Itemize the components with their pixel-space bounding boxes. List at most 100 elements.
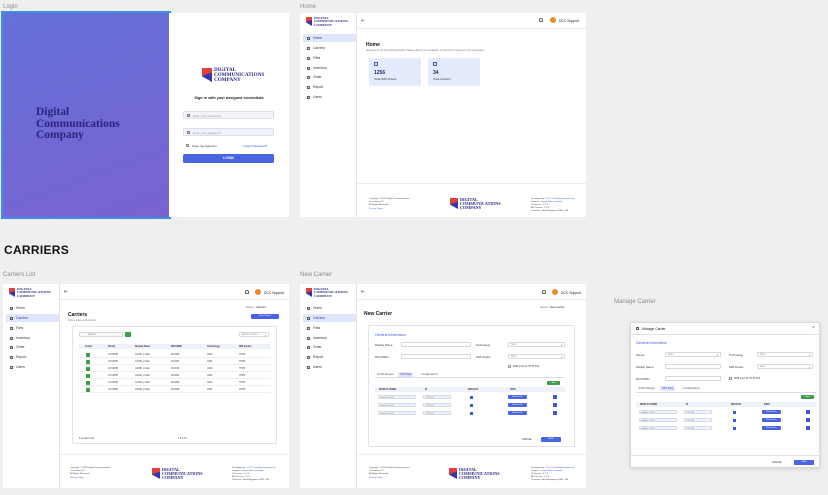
sidebar-item-carriers[interactable]: Carriers [303,44,356,52]
mcc-input[interactable] [665,376,721,381]
sidebar-item-files[interactable]: Files [303,54,356,62]
default-checkbox[interactable] [470,395,473,399]
tab-iccid-ranges[interactable]: ICCID Ranges [636,386,657,391]
ota-name-input[interactable]: Default - 40774 [639,426,677,430]
ota-ip-input[interactable]: 172.1.00 [423,403,451,407]
save-button[interactable]: SAVE [541,437,561,442]
menu-toggle-icon[interactable]: ⇤ [361,18,365,24]
password-input[interactable]: Enter your password [183,128,274,136]
browse-file-button[interactable]: Browse File [508,403,527,407]
ota-name-input[interactable]: Default - 40774 [378,411,416,415]
ota-ip-input[interactable]: 172.1.00 [423,395,451,399]
menu-toggle-icon[interactable]: ⇤ [361,289,365,295]
privacy-policy-link[interactable]: Privacy Policy [369,477,410,480]
bell-icon[interactable] [539,18,543,22]
sidebar-item-users[interactable]: Users [6,363,59,371]
default-checkbox[interactable] [470,411,473,415]
browse-file-button[interactable]: Browse File [508,411,527,415]
display-name-input[interactable] [401,342,471,347]
privacy-policy-link[interactable]: Privacy Policy [70,477,111,480]
stat-card-sim-orders[interactable]: 1256 Total SIM Orders [369,58,421,86]
delete-icon[interactable] [553,395,557,399]
delete-icon[interactable] [806,426,810,430]
sidebar-item-inventory[interactable]: Inventory [303,64,356,72]
breadcrumb-home[interactable]: Home [540,305,547,309]
technology-select[interactable]: None ▾ [757,352,813,357]
parent-select[interactable]: None ⇕ [665,352,721,357]
table-row[interactable]: GTVMOB GCMN_LOGE 310/260 GSM HTPR [79,373,271,379]
avatar[interactable] [255,289,261,295]
bell-icon[interactable] [542,290,546,294]
mcc-input[interactable] [401,354,471,359]
developer-link[interactable]: DCC Consulting Engineering [546,198,574,200]
edit-icon[interactable] [86,367,90,371]
default-checkbox[interactable] [733,426,736,430]
delete-icon[interactable] [806,410,810,414]
default-checkbox[interactable] [733,418,736,422]
ota-ip-input[interactable]: 172.1.00 [684,418,712,422]
browse-file-button[interactable]: Browse File [762,410,781,414]
sidebar-item-order[interactable]: Order [303,73,356,81]
menu-toggle-icon[interactable]: ⇤ [64,289,68,295]
ota-name-input[interactable]: Default - 40774 [378,403,416,407]
sidebar-item-home[interactable]: Home [303,304,356,312]
sidebar-item-users[interactable]: Users [303,93,356,101]
edit-icon[interactable] [86,374,90,378]
support-link[interactable]: support@dcc.example [541,201,563,203]
cancel-button[interactable]: CANCEL [517,438,537,441]
support-link[interactable]: support@dcc.example [541,470,563,472]
delete-icon[interactable] [553,411,557,415]
ota-ip-input[interactable]: 172.1.00 [423,411,451,415]
add-ota-button[interactable]: Add [801,395,814,399]
sidebar-item-report[interactable]: Report [303,83,356,91]
developer-link[interactable]: DCC Consulting Engineering [546,467,574,469]
search-input[interactable]: Search [79,332,123,337]
sidebar-item-report[interactable]: Report [303,353,356,361]
developer-link[interactable]: DCC Consulting Engineering [247,467,275,469]
sidebar-item-carriers[interactable]: Carriers [303,314,356,322]
sidebar-item-carriers[interactable]: Carriers [6,314,59,322]
keep-signed-in-checkbox[interactable] [186,144,189,147]
tab-ota-files[interactable]: OTA Files [660,386,676,391]
breadcrumb-home[interactable]: Home [246,305,253,309]
username-input[interactable]: Enter your username [183,111,274,119]
tab-configurations[interactable]: Configurations [681,386,702,391]
browse-file-button[interactable]: Browse File [762,418,781,422]
sidebar-item-inventory[interactable]: Inventory [303,334,356,342]
close-icon[interactable]: × [812,325,815,331]
pagination[interactable]: 1 2 3 4 5 [178,438,187,440]
table-row[interactable]: GTVMOB GCMN_LOGE 310/260 GSM HTPR [79,387,271,393]
save-button[interactable]: SAVE [794,460,814,465]
refresh-icon[interactable] [125,332,131,337]
sidebar-item-home[interactable]: Home [303,34,356,42]
sidebar-item-report[interactable]: Report [6,353,59,361]
sidebar-item-home[interactable]: Home [6,304,59,312]
ota-name-input[interactable]: Default - 40774 [639,418,677,422]
sidebar-item-users[interactable]: Users [303,363,356,371]
ota-name-input[interactable]: Default - 40774 [639,410,677,414]
edit-icon[interactable] [86,381,90,385]
add-ota-button[interactable]: Add [547,381,560,385]
http-post-checkbox[interactable] [729,377,732,380]
support-link[interactable]: support@dcc.example [242,470,264,472]
default-checkbox[interactable] [733,410,736,414]
avatar[interactable] [552,289,558,295]
edit-icon[interactable] [86,360,90,364]
forgot-password-link[interactable]: Forgot Password? [243,144,267,148]
ota-ip-input[interactable]: 172.1.00 [684,426,712,430]
ota-ip-input[interactable]: 172.1.00 [684,410,712,414]
display-name-input[interactable] [665,364,721,369]
technology-select[interactable]: None ▾ [508,342,565,347]
browse-file-button[interactable]: Browse File [508,395,527,399]
sidebar-item-order[interactable]: Order [303,343,356,351]
delete-icon[interactable] [806,418,810,422]
browse-file-button[interactable]: Browse File [762,426,781,430]
table-row[interactable]: GTVMOB GCMN_LOGE 310/260 GSM HTPR [79,380,271,386]
edit-icon[interactable] [86,388,90,392]
ota-name-input[interactable]: Default - 40774 [378,395,416,399]
edit-icon[interactable] [86,353,90,357]
privacy-policy-link[interactable]: Privacy Policy [369,208,410,211]
avatar[interactable] [550,17,556,23]
sidebar-item-files[interactable]: Files [303,324,356,332]
stat-card-carriers[interactable]: 34 Total Carriers [428,58,480,86]
